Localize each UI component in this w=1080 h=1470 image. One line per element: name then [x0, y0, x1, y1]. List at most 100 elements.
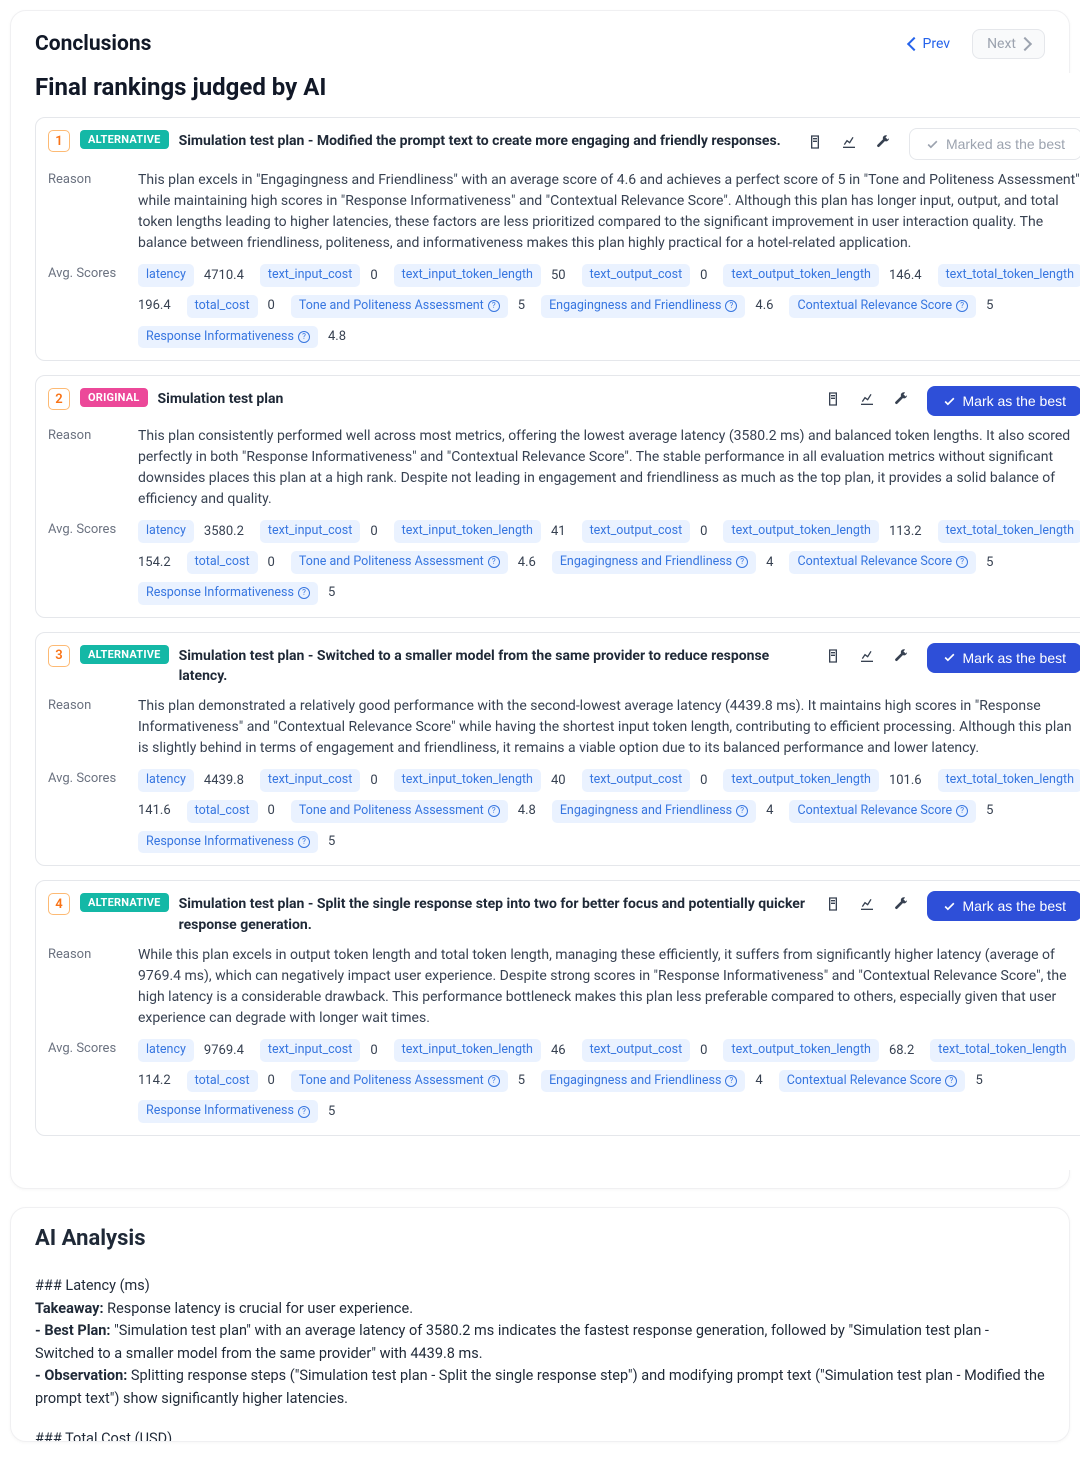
mark-best-button[interactable]: Mark as the best [927, 643, 1080, 673]
metric-value: 101.6 [889, 771, 922, 791]
metric-value: 40 [551, 771, 566, 791]
metric-value: 0 [370, 522, 377, 542]
plan-title: Simulation test plan [158, 386, 815, 409]
metrics-row: latency9769.4text_input_cost0text_input_… [138, 1039, 1080, 1123]
metric-value: 46 [551, 1041, 566, 1061]
ranking-item: 1ALTERNATIVESimulation test plan - Modif… [35, 117, 1080, 361]
metric-chip: text_output_token_length [723, 264, 878, 287]
metric-value: 113.2 [889, 522, 922, 542]
details-icon[interactable] [807, 134, 823, 154]
chart-icon[interactable] [859, 896, 875, 916]
metric-chip: total_cost [187, 1070, 258, 1093]
analysis-best: - Best Plan: "Simulation test plan" with… [35, 1320, 1045, 1365]
metric-chip: text_output_cost [582, 1039, 691, 1062]
metric-chip: Contextual Relevance Score ? [789, 295, 976, 318]
reason-text: This plan demonstrated a relatively good… [138, 696, 1080, 759]
metric-chip: Contextual Relevance Score ? [789, 800, 976, 823]
chevron-right-icon [1018, 37, 1032, 51]
metric-value: 0 [268, 296, 275, 316]
metric-value: 50 [551, 266, 566, 286]
wrench-icon[interactable] [875, 134, 891, 154]
wrench-icon[interactable] [893, 391, 909, 411]
metric-chip: latency [138, 769, 194, 792]
mark-best-button[interactable]: Mark as the best [927, 891, 1080, 921]
reason-text: While this plan excels in output token l… [138, 945, 1080, 1029]
metric-value: 0 [370, 1041, 377, 1061]
metric-chip: text_input_cost [260, 520, 360, 543]
metric-chip: text_input_cost [260, 1039, 360, 1062]
metric-chip: total_cost [187, 295, 258, 318]
scores-label: Avg. Scores [48, 264, 124, 281]
metric-chip: text_input_cost [260, 264, 360, 287]
metric-chip: Engagingness and Friendliness ? [541, 295, 745, 318]
details-icon[interactable] [825, 391, 841, 411]
metric-chip: text_input_token_length [394, 769, 541, 792]
chart-icon[interactable] [859, 648, 875, 668]
analysis-h-latency: ### Latency (ms) [35, 1275, 1045, 1297]
metric-value: 146.4 [889, 266, 922, 286]
scores-label: Avg. Scores [48, 1039, 124, 1056]
metric-value: 141.6 [138, 801, 171, 821]
mark-best-button[interactable]: Mark as the best [927, 386, 1080, 416]
next-button: Next [972, 29, 1045, 59]
chart-icon[interactable] [859, 391, 875, 411]
metric-value: 0 [268, 801, 275, 821]
metric-value: 4439.8 [204, 771, 244, 791]
metric-chip: text_input_cost [260, 769, 360, 792]
rank-number: 1 [48, 130, 70, 152]
metric-chip: latency [138, 1039, 194, 1062]
chevron-left-icon [906, 37, 920, 51]
metrics-row: latency 4439.8 text_input_cost 0 text_input_… [138, 769, 1080, 853]
scores-label: Avg. Scores [48, 520, 124, 537]
chart-icon[interactable] [841, 134, 857, 154]
rankings-section: Final rankings judged by AI 1ALTERNATIVE… [35, 73, 1080, 1170]
ranking-item: 3ALTERNATIVESimulation test plan - Switc… [35, 632, 1080, 867]
metric-chip: text_total_token_length [938, 264, 1080, 287]
metric-chip: text_input_token_length [394, 520, 541, 543]
prev-label: Prev [923, 36, 951, 52]
next-label: Next [987, 36, 1016, 52]
metric-chip: Engagingness and Friendliness ? [552, 800, 756, 823]
wrench-icon[interactable] [893, 896, 909, 916]
prev-button[interactable]: Prev [895, 29, 965, 59]
metric-chip: Tone and Politeness Assessment ? [291, 1070, 508, 1093]
metric-chip: Tone and Politeness Assessment ? [291, 800, 508, 823]
analysis-title: AI Analysis [35, 1226, 1045, 1251]
reason-label: Reason [48, 945, 124, 962]
wrench-icon[interactable] [893, 648, 909, 668]
reason-label: Reason [48, 170, 124, 187]
metric-chip: Contextual Relevance Score ? [779, 1070, 966, 1093]
metric-value: 0 [700, 771, 707, 791]
metrics-row: latency4710.4text_input_cost0text_input_… [138, 264, 1080, 348]
metric-value: 0 [700, 1041, 707, 1061]
rank-number: 4 [48, 893, 70, 915]
rank-number: 2 [48, 388, 70, 410]
plan-title: Simulation test plan - Modified the prom… [179, 128, 797, 151]
metric-chip: latency [138, 520, 194, 543]
details-icon[interactable] [825, 896, 841, 916]
metric-chip: Contextual Relevance Score ? [789, 551, 976, 574]
analysis-card: AI Analysis ### Latency (ms) Takeaway: R… [10, 1207, 1070, 1442]
metric-chip: Engagingness and Friendliness ? [541, 1070, 745, 1093]
metric-value: 4.6 [755, 296, 773, 316]
metric-value: 0 [268, 553, 275, 573]
metric-chip: total_cost [187, 551, 258, 574]
metric-value: 3580.2 [204, 522, 244, 542]
metric-value: 5 [975, 1071, 982, 1091]
details-icon[interactable] [825, 648, 841, 668]
metric-value: 5 [986, 801, 993, 821]
badge-alt: ALTERNATIVE [80, 645, 169, 664]
reason-text: This plan consistently performed well ac… [138, 426, 1080, 510]
metric-value: 5 [986, 296, 993, 316]
metric-value: 4710.4 [204, 266, 244, 286]
analysis-takeaway: Takeaway: Response latency is crucial fo… [35, 1298, 1045, 1320]
metric-chip: text_output_token_length [723, 769, 878, 792]
metric-chip: Engagingness and Friendliness ? [552, 551, 756, 574]
metric-value: 4.8 [518, 801, 536, 821]
metric-value: 68.2 [889, 1041, 914, 1061]
metric-value: 5 [518, 1071, 525, 1091]
metric-chip: text_output_token_length [723, 1039, 878, 1062]
metric-value: 154.2 [138, 553, 171, 573]
ranking-item: 2ORIGINALSimulation test planMark as the… [35, 375, 1080, 617]
metric-value: 41 [551, 522, 566, 542]
